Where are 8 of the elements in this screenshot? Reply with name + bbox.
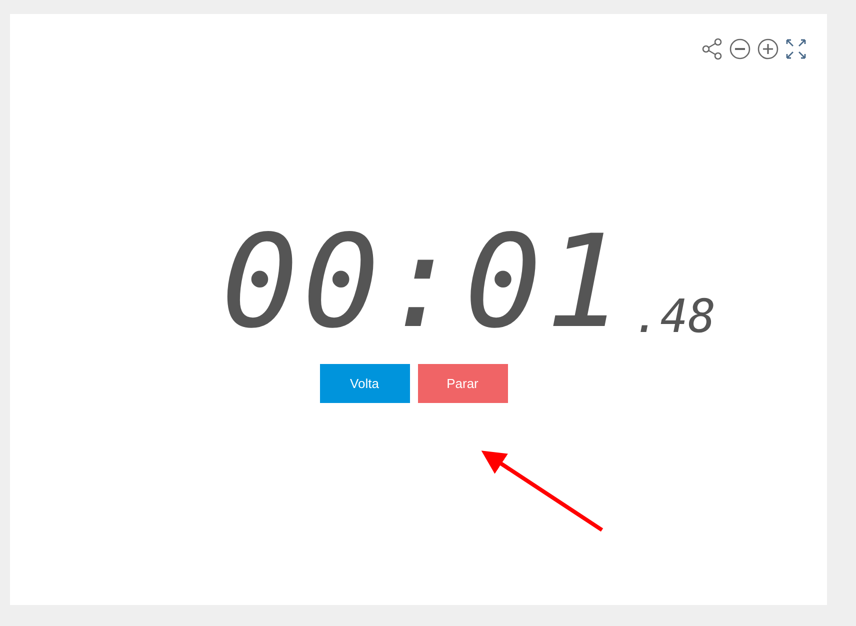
fullscreen-icon[interactable] [785, 38, 807, 60]
elapsed-fraction: .48 [632, 294, 716, 338]
stop-button[interactable]: Parar [418, 364, 508, 403]
zoom-in-icon[interactable] [757, 38, 779, 60]
lap-button[interactable]: Volta [320, 364, 410, 403]
zoom-out-icon[interactable] [729, 38, 751, 60]
elapsed-time: 00:01 [221, 228, 627, 338]
share-icon[interactable] [701, 38, 723, 60]
